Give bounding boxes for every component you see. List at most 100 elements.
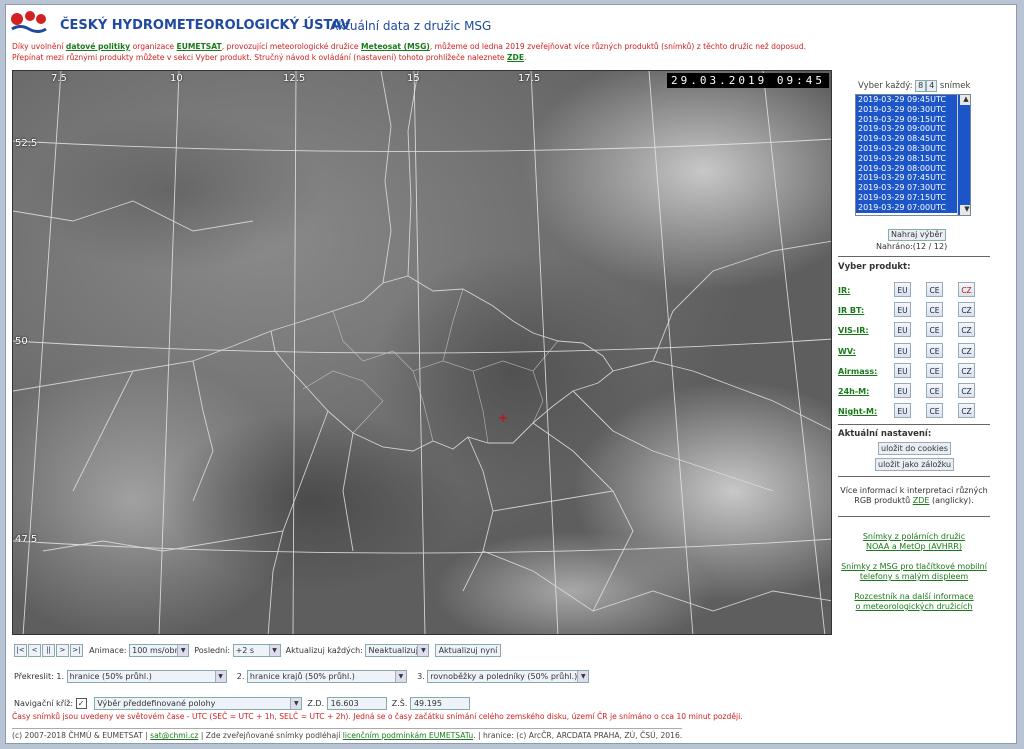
time-item[interactable]: 2019-03-29 09:15UTC	[856, 114, 970, 125]
last-frame-button[interactable]: >|	[70, 644, 83, 657]
product-name[interactable]: 24h-M:	[838, 387, 869, 396]
select-value: +2 s	[235, 646, 255, 655]
utc-note: Časy snímků jsou uvedeny ve světovém čas…	[12, 712, 743, 721]
chevron-down-icon: ▼	[177, 645, 189, 656]
last-frame-select[interactable]: +2 s ▼	[232, 644, 281, 657]
product-ce-button[interactable]: CE	[926, 343, 943, 358]
time-item[interactable]: 2019-03-29 09:00UTC	[856, 124, 970, 135]
product-cz-button[interactable]: CZ	[958, 322, 975, 337]
eumetsat-link[interactable]: EUMETSAT	[177, 42, 222, 51]
time-item[interactable]: 2019-03-29 07:15UTC	[856, 192, 970, 203]
product-name[interactable]: IR:	[838, 286, 850, 295]
footer: (c) 2007-2018 ČHMÚ & EUMETSAT | sat@chmi…	[12, 728, 683, 740]
next-frame-button[interactable]: >	[56, 644, 69, 657]
license-link[interactable]: licenčním podmínkám EUMETSATu	[343, 731, 473, 740]
select-value: Neaktualizuj	[368, 646, 418, 655]
select-value: rovnoběžky a poledníky (50% průhl.)	[430, 672, 578, 681]
product-eu-button[interactable]: EU	[894, 322, 911, 337]
meteosat-link[interactable]: Meteosat (MSG)	[361, 42, 430, 51]
rgb-info-link[interactable]: ZDE	[913, 496, 930, 505]
product-cz-button[interactable]: CZ	[958, 383, 975, 398]
product-cz-button[interactable]: CZ	[958, 282, 975, 297]
time-item[interactable]: 2019-03-29 08:00UTC	[856, 163, 970, 174]
link-text[interactable]: Snímky z MSG pro tlačítkové mobilní	[841, 562, 987, 571]
latitude-label: Z.Š.	[391, 699, 408, 708]
loaded-count: Nahráno:(12 / 12)	[876, 242, 948, 251]
time-item[interactable]: 2019-03-29 08:30UTC	[856, 143, 970, 154]
first-frame-button[interactable]: |<	[14, 644, 27, 657]
mobile-msg-link[interactable]: Snímky z MSG pro tlačítkové mobilní tele…	[838, 562, 990, 582]
link-text[interactable]: o meteorologických družicích	[856, 602, 973, 611]
animation-speed-select[interactable]: 100 ms/obr ▼	[129, 644, 190, 657]
time-list[interactable]: 2019-03-29 09:45UTC 2019-03-29 09:30UTC …	[855, 94, 971, 216]
longitude-input[interactable]: 16.603	[326, 697, 387, 710]
time-item[interactable]: 2019-03-29 07:30UTC	[856, 183, 970, 193]
product-cz-button[interactable]: CZ	[958, 302, 975, 317]
product-heading: Vyber produkt:	[838, 262, 911, 272]
link-text[interactable]: NOAA a MetOp (AVHRR)	[866, 542, 962, 551]
product-cz-button[interactable]: CZ	[958, 403, 975, 418]
product-ce-button[interactable]: CE	[926, 282, 943, 297]
refresh-interval-select[interactable]: Neaktualizuj ▼	[365, 644, 430, 657]
time-item[interactable]: 2019-03-29 07:45UTC	[856, 173, 970, 184]
product-name[interactable]: IR BT:	[838, 306, 864, 315]
product-eu-button[interactable]: EU	[894, 403, 911, 418]
save-cookies-button[interactable]: uložit do cookies	[878, 442, 951, 455]
time-list-scrollbar[interactable]: ▲ ▼	[957, 95, 970, 215]
intro-text-3: , provozující meteorologické družice	[221, 42, 359, 51]
email-link[interactable]: sat@chmi.cz	[150, 731, 198, 740]
product-cz-button[interactable]: CZ	[958, 343, 975, 358]
step-4-button[interactable]: 4	[926, 80, 938, 92]
manual-link[interactable]: ZDE	[507, 53, 524, 62]
satellite-info-link[interactable]: Rozcestník na další informace o meteorol…	[838, 592, 990, 612]
product-ce-button[interactable]: CE	[926, 322, 943, 337]
product-eu-button[interactable]: EU	[894, 302, 911, 317]
polar-satellites-link[interactable]: Snímky z polárních družic NOAA a MetOp (…	[838, 532, 990, 552]
crosshair-checkbox[interactable]: ✓	[75, 698, 87, 709]
intro-text-2: organizace	[132, 42, 175, 51]
product-name[interactable]: WV:	[838, 347, 856, 356]
time-item[interactable]: 2019-03-29 09:30UTC	[856, 104, 970, 115]
overlay-3-select[interactable]: rovnoběžky a poledníky (50% průhl.) ▼	[427, 670, 590, 683]
product-name[interactable]: VIS-IR:	[838, 326, 869, 335]
link-text[interactable]: Rozcestník na další informace	[854, 592, 973, 601]
data-policy-link[interactable]: datové politiky	[66, 42, 130, 51]
location-select[interactable]: Výběr předdefinované polohy ▼	[94, 697, 303, 710]
product-eu-button[interactable]: EU	[894, 343, 911, 358]
product-cz-button[interactable]: CZ	[958, 363, 975, 378]
product-eu-button[interactable]: EU	[894, 383, 911, 398]
lat-label: 47.5	[15, 534, 38, 545]
product-row-ir: IR: EU CE CZ	[838, 282, 990, 300]
overlay-2-select[interactable]: hranice krajů (50% průhl.) ▼	[246, 670, 407, 683]
latitude-input[interactable]: 49.195	[409, 697, 470, 710]
time-item[interactable]: 2019-03-29 08:15UTC	[856, 153, 970, 164]
product-name[interactable]: Night-M:	[838, 407, 877, 416]
step-8-button[interactable]: 8	[915, 80, 927, 92]
prev-frame-button[interactable]: <	[28, 644, 41, 657]
load-selection-button[interactable]: Nahraj výběr	[888, 229, 946, 241]
product-name[interactable]: Airmass:	[838, 367, 877, 376]
product-ce-button[interactable]: CE	[926, 403, 943, 418]
time-item[interactable]: 2019-03-29 07:00UTC	[856, 202, 970, 213]
scroll-down-icon[interactable]: ▼	[960, 205, 970, 215]
info-text-2: RGB produktů	[854, 496, 911, 505]
crosshair-controls: Navigační kříž: ✓ Výběr předdefinované p…	[14, 697, 470, 710]
scroll-up-icon[interactable]: ▲	[960, 95, 970, 105]
save-bookmark-button[interactable]: uložit jako záložku	[875, 458, 955, 471]
overlay-label: Překreslit: 1.	[14, 672, 65, 681]
product-ce-button[interactable]: CE	[926, 363, 943, 378]
refresh-now-button[interactable]: Aktualizuj nyní	[434, 644, 502, 657]
pause-button[interactable]: ||	[42, 644, 55, 657]
link-text[interactable]: telefony s malým displeem	[860, 572, 968, 581]
divider	[838, 516, 990, 517]
link-text[interactable]: Snímky z polárních družic	[863, 532, 965, 541]
product-eu-button[interactable]: EU	[894, 363, 911, 378]
time-item[interactable]: 2019-03-29 08:45UTC	[856, 134, 970, 144]
product-ce-button[interactable]: CE	[926, 383, 943, 398]
time-item[interactable]: 2019-03-29 09:45UTC	[856, 95, 970, 105]
product-eu-button[interactable]: EU	[894, 282, 911, 297]
satellite-map[interactable]: 29.03.2019 09:45 7.5 10 12.5 15 17.5 52.…	[12, 70, 832, 635]
overlay-1-select[interactable]: hranice (50% průhl.) ▼	[66, 670, 227, 683]
product-ce-button[interactable]: CE	[926, 302, 943, 317]
divider	[838, 476, 990, 477]
